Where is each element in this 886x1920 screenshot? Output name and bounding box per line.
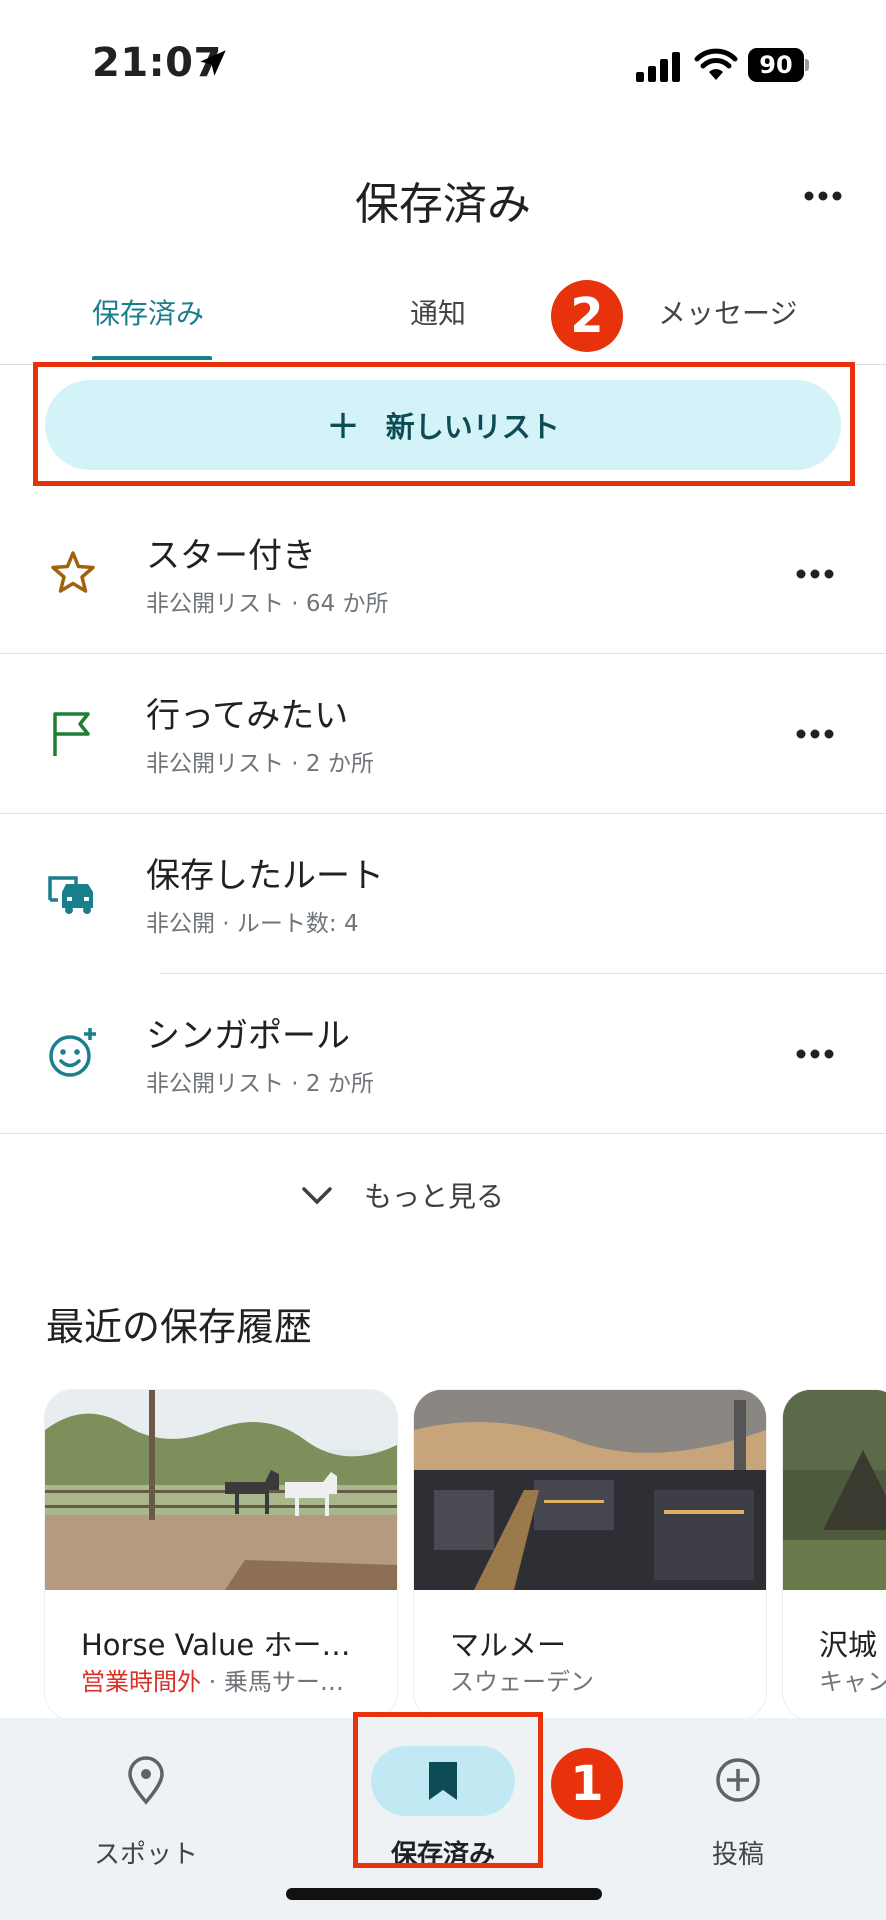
list-item-starred[interactable]: スター付き 非公開リスト · 64 か所 [0, 494, 886, 654]
list-item-singapore[interactable]: シンガポール 非公開リスト · 2 か所 [0, 974, 886, 1134]
more-options-icon[interactable] [792, 1034, 838, 1074]
show-more-label: もっと見る [364, 1180, 505, 1213]
recent-saves-title: 最近の保存履歴 [46, 1305, 313, 1349]
list-subtitle: 非公開リスト · 2 か所 [146, 1071, 374, 1097]
place-photo-horses [45, 1390, 397, 1590]
location-arrow-icon [200, 50, 226, 76]
list-subtitle: 非公開リスト · 2 か所 [146, 751, 374, 777]
add-circle-icon [716, 1758, 760, 1802]
more-options-icon[interactable] [792, 554, 838, 594]
card-title: 沢城 [819, 1628, 878, 1662]
tab-saved[interactable]: 保存済み [92, 292, 204, 332]
more-options-icon[interactable] [792, 714, 838, 754]
smiley-icon [49, 1028, 96, 1077]
list-title: スター付き [146, 536, 316, 576]
home-indicator [286, 1888, 602, 1900]
card-category: · 乗馬サー… [201, 1668, 344, 1696]
tab-messages[interactable]: メッセージ [658, 292, 797, 332]
nav-label: 投稿 [711, 1840, 764, 1870]
show-more-button[interactable]: もっと見る [300, 1170, 504, 1220]
step-marker-1: 1 [551, 1748, 623, 1820]
card-status: 営業時間外 [81, 1668, 201, 1696]
recent-card[interactable]: Horse Value ホー… 営業時間外 · 乗馬サー… [45, 1390, 397, 1720]
recent-card[interactable]: マルメー スウェーデン [414, 1390, 766, 1720]
battery-icon: 90 [748, 48, 810, 82]
list-divider [0, 1133, 886, 1134]
car-icon [48, 876, 93, 914]
battery-level: 90 [748, 48, 804, 82]
list-item-want-to-go[interactable]: 行ってみたい 非公開リスト · 2 か所 [0, 654, 886, 814]
wifi-icon [694, 48, 738, 80]
plus-icon: + [326, 402, 360, 448]
active-tab-indicator [92, 356, 212, 360]
list-title: 行ってみたい [146, 696, 349, 736]
list-subtitle: 非公開リスト · 64 か所 [146, 591, 389, 617]
location-pin-icon [128, 1756, 164, 1805]
recent-card[interactable]: 沢城 キャン [783, 1390, 886, 1720]
list-item-saved-routes[interactable]: 保存したルート 非公開 · ルート数: 4 [0, 814, 886, 974]
chevron-down-icon [302, 1187, 332, 1205]
star-icon [51, 551, 95, 593]
tab-notifications[interactable]: 通知 [410, 292, 466, 332]
cellular-signal-icon [636, 52, 680, 82]
step-marker-2: 2 [551, 280, 623, 352]
more-options-icon[interactable] [800, 176, 846, 216]
card-subtitle: 営業時間外 · 乗馬サー… [81, 1662, 344, 1697]
new-list-button[interactable]: + 新しいリスト [45, 380, 841, 470]
list-title: シンガポール [146, 1016, 350, 1056]
card-title: Horse Value ホー… [81, 1628, 351, 1662]
list-subtitle: 非公開 · ルート数: 4 [146, 911, 359, 937]
card-subtitle: キャン [819, 1668, 886, 1696]
new-list-label: 新しいリスト [385, 410, 560, 444]
nav-spots[interactable]: スポット [46, 1738, 246, 1878]
place-photo-camp [783, 1390, 886, 1590]
flag-icon [53, 712, 90, 756]
page-title: 保存済み [355, 179, 531, 230]
list-title: 保存したルート [146, 856, 384, 896]
card-title: マルメー [450, 1628, 567, 1662]
nav-label: スポット [93, 1840, 198, 1870]
nav-post[interactable]: 投稿 [638, 1738, 838, 1878]
card-subtitle: スウェーデン [450, 1668, 594, 1696]
place-photo-city [414, 1390, 766, 1590]
highlight-frame-nav-saved [353, 1712, 543, 1868]
